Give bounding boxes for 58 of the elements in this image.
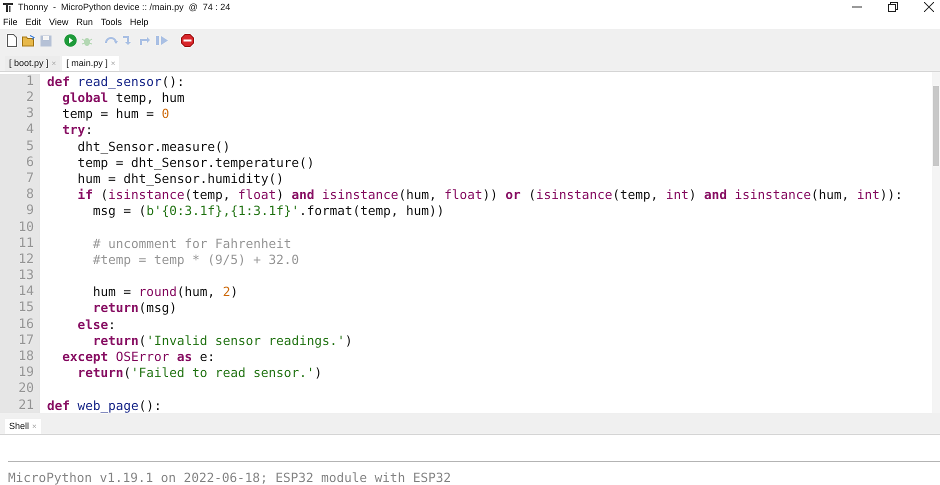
line-number: 3: [25, 106, 34, 122]
line-number: 14: [17, 284, 34, 300]
line-number: 12: [17, 252, 34, 268]
editor-tab[interactable]: [ main.py ] ×: [62, 56, 120, 71]
code-line: msg = (b'{0:3.1f},{1:3.1f}'.format(temp, hum)): [92, 203, 446, 220]
code-line: temp = dht_Sensor.temperature(): [76, 154, 316, 171]
code-line: # uncomment for Fahrenheit: [92, 236, 292, 252]
line-number: 6: [25, 154, 34, 171]
menu-item[interactable]: Run: [76, 16, 93, 27]
window-title: Thonny - MicroPython device :: /main.py @ 74 : 24: [18, 2, 230, 12]
code-line: hum = round(hum, 2): [92, 284, 239, 300]
restore-icon[interactable]: [888, 2, 898, 12]
menu-item[interactable]: File: [3, 16, 18, 27]
code-line: try:: [61, 122, 94, 139]
code-line: def web_page():: [47, 398, 163, 414]
line-number: 18: [17, 349, 34, 366]
code-line: #temp = temp * (9/5) + 32.0: [92, 252, 300, 268]
line-number: 1: [25, 74, 34, 90]
code-line: hum = dht_Sensor.humidity(): [76, 170, 285, 188]
code-line: def read_sensor():: [47, 74, 186, 90]
code-line: if (isinstance(temp, float) and isinstance(hum, float)) or (isinstance(temp, int) and isinstance(hum, int)):: [76, 187, 904, 204]
line-number: 16: [17, 316, 34, 333]
line-number: 11: [17, 236, 34, 252]
stop-icon[interactable]: [181, 34, 194, 48]
line-number: 21: [17, 398, 34, 414]
line-number: 9: [25, 203, 34, 220]
code-line: else:: [76, 316, 117, 333]
line-number: 7: [25, 170, 34, 188]
line-number: 10: [17, 220, 34, 236]
line-number: 4: [25, 122, 34, 139]
folder-icon[interactable]: [22, 34, 36, 47]
line-number: 5: [25, 138, 34, 155]
menu-item[interactable]: Help: [130, 16, 148, 27]
line-number: 20: [17, 381, 34, 398]
code-line: except OSError as e:: [61, 349, 216, 366]
menu-item[interactable]: View: [49, 16, 68, 27]
new-file-icon[interactable]: [6, 34, 18, 48]
line-number: 15: [17, 300, 34, 317]
app-icon: [3, 2, 13, 12]
editor-tab[interactable]: [ boot.py ] ×: [5, 56, 60, 71]
code-line: return('Invalid sensor readings.'): [92, 332, 354, 350]
line-number: 8: [25, 187, 34, 204]
line-number: 17: [17, 332, 34, 350]
line-number: 19: [17, 365, 34, 382]
line-number: 13: [17, 268, 34, 284]
menu-item[interactable]: Tools: [100, 16, 122, 27]
run-icon[interactable]: [64, 34, 77, 48]
code-line: global temp, hum: [61, 90, 186, 106]
shell-tab[interactable]: Shell ×: [5, 418, 41, 434]
code-line: dht_Sensor.measure(): [76, 138, 232, 155]
code-line: return(msg): [92, 300, 178, 317]
code-line: return('Failed to read sensor.'): [76, 365, 323, 382]
menu-item[interactable]: Edit: [26, 16, 42, 27]
code-line: temp = hum = 0: [61, 106, 170, 122]
scrollbar[interactable]: [932, 72, 940, 414]
shell-output: MicroPython v1.19.1 on 2022-06-18; ESP32 module with ESP32: [8, 470, 452, 485]
line-number: 2: [25, 90, 34, 106]
close-icon[interactable]: [924, 2, 934, 12]
